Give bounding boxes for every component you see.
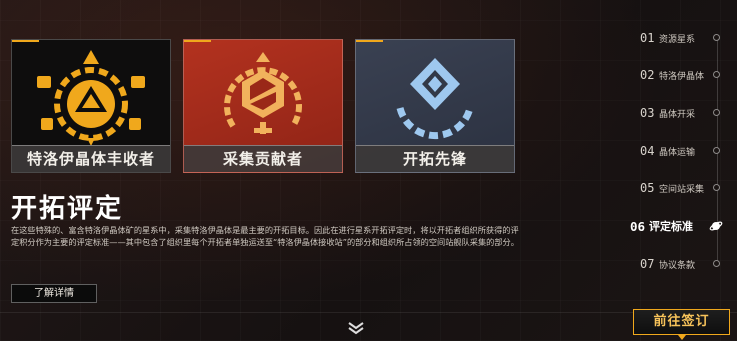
- nav-dot[interactable]: [713, 260, 720, 267]
- section-title: 开拓评定: [11, 194, 124, 224]
- nav-dot[interactable]: [713, 184, 720, 191]
- nav-label: 协议条款: [659, 260, 696, 271]
- card-label: 开拓先锋: [356, 145, 514, 172]
- nav-number: 01: [640, 31, 655, 45]
- nav-label: 晶体运输: [659, 147, 696, 158]
- go-sign-button[interactable]: 前往签订: [633, 309, 730, 340]
- card-label: 采集贡献者: [184, 145, 342, 172]
- nav-dot[interactable]: [713, 34, 720, 41]
- nav-label: 空间站采集: [659, 184, 705, 195]
- nav-item-resource-system[interactable]: 01 资源星系: [640, 28, 695, 48]
- learn-more-button[interactable]: 了解详情: [11, 284, 97, 303]
- nav-label: 评定标准: [649, 220, 693, 233]
- go-sign-label: 前往签订: [653, 314, 710, 329]
- nav-item-crystal-mining[interactable]: 03 晶体开采: [640, 103, 695, 123]
- nav-number: 05: [640, 181, 655, 195]
- nav-number: 02: [640, 68, 655, 82]
- nav-dot[interactable]: [713, 71, 720, 78]
- crystal-harvester-emblem-icon: [37, 50, 145, 146]
- nav-item-crystal-transport[interactable]: 04 晶体运输: [640, 141, 695, 161]
- planet-orbit-icon: [709, 221, 723, 231]
- nav-number: 07: [640, 257, 655, 271]
- card-pioneer[interactable]: 开拓先锋: [355, 39, 515, 173]
- bottom-divider: [0, 312, 737, 313]
- nav-item-agreement-terms[interactable]: 07 协议条款: [640, 254, 695, 274]
- nav-item-evaluation-standard[interactable]: 06 评定标准: [630, 216, 693, 236]
- card-accent: [12, 40, 39, 42]
- diamond-gear-emblem-icon: [396, 58, 474, 140]
- nav-label: 资源星系: [659, 34, 696, 45]
- double-chevron-down-icon[interactable]: [347, 321, 365, 335]
- nav-item-station-collection[interactable]: 05 空间站采集: [640, 178, 704, 198]
- nav-label: 晶体开采: [659, 109, 696, 120]
- nav-dot[interactable]: [713, 147, 720, 154]
- card-label: 特洛伊晶体丰收者: [12, 145, 170, 172]
- nav-number: 06: [630, 218, 646, 234]
- nav-number: 04: [640, 144, 655, 158]
- nav-item-trojan-crystal[interactable]: 02 特洛伊晶体: [640, 65, 704, 85]
- gear-crystal-emblem-icon: [224, 52, 302, 134]
- nav-dot[interactable]: [713, 109, 720, 116]
- card-accent: [356, 40, 383, 42]
- card-crystal-harvester[interactable]: 特洛伊晶体丰收者: [11, 39, 171, 173]
- button-pointer: [678, 335, 686, 340]
- nav-label: 特洛伊晶体: [659, 71, 705, 82]
- card-accent: [184, 40, 211, 42]
- nav-number: 03: [640, 106, 655, 120]
- section-description: 在这些特殊的、富含特洛伊晶体矿的星系中，采集特洛伊晶体是最主要的开拓目标。因此在…: [11, 225, 519, 247]
- card-collection-contributor[interactable]: 采集贡献者: [183, 39, 343, 173]
